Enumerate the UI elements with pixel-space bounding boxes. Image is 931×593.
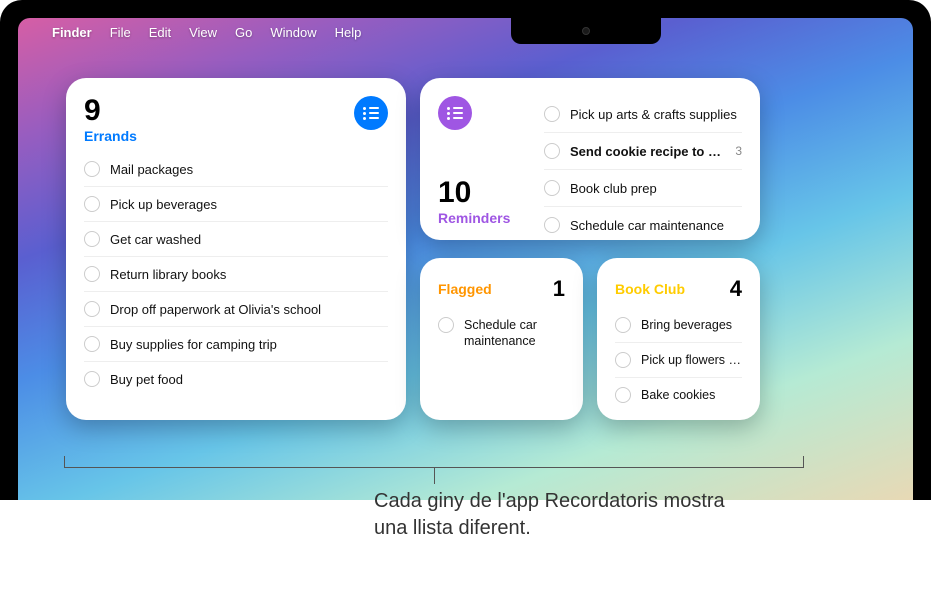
widget-flagged-count: 1 bbox=[553, 276, 565, 302]
reminder-item[interactable]: Schedule car maintenance bbox=[544, 206, 742, 243]
callout-text: Cada giny de l'app Recordatoris mostra u… bbox=[374, 488, 744, 542]
menu-bar: Finder File Edit View Go Window Help bbox=[18, 18, 913, 46]
checkbox-icon[interactable] bbox=[84, 371, 100, 387]
reminder-item[interactable]: Get car washed bbox=[84, 221, 388, 256]
widget-errands[interactable]: 9 Errands Mail packages Pick up beverage… bbox=[66, 78, 406, 420]
reminder-item[interactable]: Buy pet food bbox=[84, 361, 388, 396]
desktop-screen: Finder File Edit View Go Window Help 9 E… bbox=[18, 18, 913, 500]
reminder-item[interactable]: Mail packages bbox=[84, 152, 388, 186]
checkbox-icon[interactable] bbox=[84, 336, 100, 352]
menu-file[interactable]: File bbox=[110, 25, 131, 40]
checkbox-icon[interactable] bbox=[615, 387, 631, 403]
reminder-item[interactable]: Book club prep bbox=[544, 169, 742, 206]
menu-edit[interactable]: Edit bbox=[149, 25, 171, 40]
reminder-item[interactable]: Drop off paperwork at Olivia's school bbox=[84, 291, 388, 326]
menu-window[interactable]: Window bbox=[270, 25, 316, 40]
menu-view[interactable]: View bbox=[189, 25, 217, 40]
flagged-list: Schedule car maintenance bbox=[438, 308, 565, 359]
notch bbox=[511, 18, 661, 44]
checkbox-icon[interactable] bbox=[615, 352, 631, 368]
checkbox-icon[interactable] bbox=[84, 161, 100, 177]
checkbox-icon[interactable] bbox=[544, 180, 560, 196]
widget-reminders[interactable]: 10 Reminders Pick up arts & crafts suppl… bbox=[420, 78, 760, 240]
widget-flagged[interactable]: Flagged 1 Schedule car maintenance bbox=[420, 258, 583, 420]
list-icon bbox=[354, 96, 388, 130]
camera-icon bbox=[582, 27, 590, 35]
menu-help[interactable]: Help bbox=[335, 25, 362, 40]
reminder-item[interactable]: Return library books bbox=[84, 256, 388, 291]
checkbox-icon[interactable] bbox=[84, 266, 100, 282]
widget-errands-title: Errands bbox=[84, 128, 137, 144]
reminder-item[interactable]: Pick up beverages bbox=[84, 186, 388, 221]
widget-reminders-title: Reminders bbox=[438, 210, 528, 226]
widget-flagged-title: Flagged bbox=[438, 281, 492, 297]
device-frame: Finder File Edit View Go Window Help 9 E… bbox=[0, 0, 931, 500]
reminder-item[interactable]: Bring beverages bbox=[615, 308, 742, 342]
reminder-item[interactable]: Send cookie recipe to Rigo3 bbox=[544, 132, 742, 169]
checkbox-icon[interactable] bbox=[615, 317, 631, 333]
checkbox-icon[interactable] bbox=[544, 217, 560, 233]
widgets-area: 9 Errands Mail packages Pick up beverage… bbox=[66, 78, 865, 420]
widget-bookclub-count: 4 bbox=[730, 276, 742, 302]
checkbox-icon[interactable] bbox=[438, 317, 454, 333]
callout-annotation: Cada giny de l'app Recordatoris mostra u… bbox=[64, 456, 804, 542]
list-icon bbox=[438, 96, 472, 130]
widget-bookclub[interactable]: Book Club 4 Bring beverages Pick up flow… bbox=[597, 258, 760, 420]
menu-app-name[interactable]: Finder bbox=[52, 25, 92, 40]
reminder-badge: 3 bbox=[735, 144, 742, 158]
reminder-item[interactable]: Pick up arts & crafts supplies bbox=[544, 96, 742, 132]
checkbox-icon[interactable] bbox=[84, 231, 100, 247]
checkbox-icon[interactable] bbox=[544, 143, 560, 159]
reminder-item[interactable]: Schedule car maintenance bbox=[438, 308, 565, 359]
reminders-list: Pick up arts & crafts supplies Send cook… bbox=[544, 96, 742, 226]
checkbox-icon[interactable] bbox=[84, 301, 100, 317]
widget-bookclub-title: Book Club bbox=[615, 281, 685, 297]
widget-errands-count: 9 bbox=[84, 96, 137, 126]
widget-errands-header: 9 Errands bbox=[84, 96, 388, 144]
reminder-item[interactable]: Bake cookies bbox=[615, 377, 742, 412]
checkbox-icon[interactable] bbox=[84, 196, 100, 212]
checkbox-icon[interactable] bbox=[544, 106, 560, 122]
bookclub-list: Bring beverages Pick up flowers f… Bake … bbox=[615, 308, 742, 412]
reminder-item[interactable]: Pick up flowers f… bbox=[615, 342, 742, 377]
menu-go[interactable]: Go bbox=[235, 25, 252, 40]
widget-reminders-count: 10 bbox=[438, 178, 528, 208]
errands-list: Mail packages Pick up beverages Get car … bbox=[84, 152, 388, 396]
reminder-item[interactable]: Buy supplies for camping trip bbox=[84, 326, 388, 361]
